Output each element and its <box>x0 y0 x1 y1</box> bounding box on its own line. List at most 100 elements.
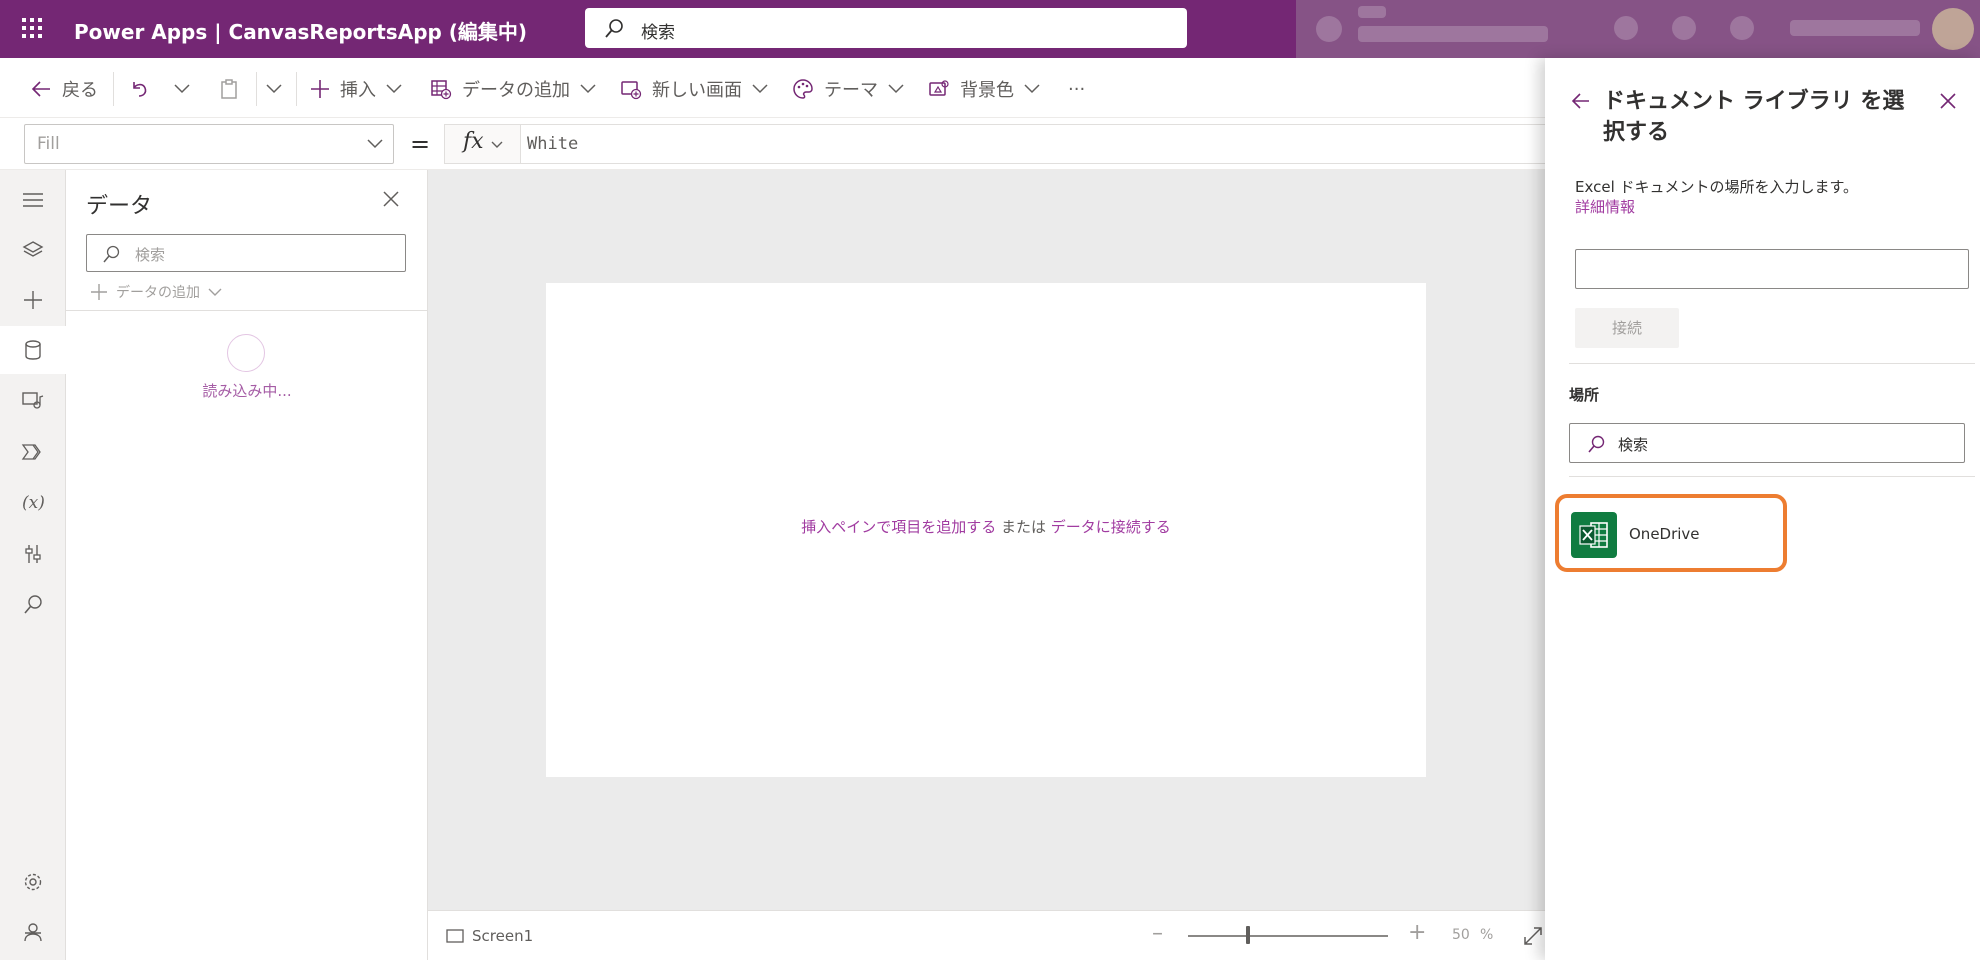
screen-selector[interactable]: Screen1 <box>446 927 533 945</box>
add-data-link[interactable]: データの追加 <box>90 282 222 302</box>
environment-label <box>1358 6 1386 18</box>
search-icon <box>603 18 625 40</box>
top-bar: Power Apps | CanvasReportsApp (編集中) 検索 <box>0 0 1980 58</box>
formula-input[interactable]: White <box>520 124 1545 164</box>
add-data-label: データの追加 <box>462 80 570 101</box>
insert-label: 挿入 <box>340 80 376 101</box>
command-bar: 戻る 挿入 データの追加 新しい画面 テーマ 背景色 ··· <box>0 58 1545 118</box>
paste-button[interactable] <box>218 76 240 102</box>
background-color-label: 背景色 <box>960 80 1014 101</box>
top-right-area <box>1296 0 1980 58</box>
arrow-left-icon <box>31 81 50 97</box>
undo-dropdown[interactable] <box>174 76 190 102</box>
chevron-down-icon <box>1024 84 1040 94</box>
close-icon[interactable] <box>1939 92 1957 110</box>
plus-icon <box>311 80 329 98</box>
waffle-icon[interactable] <box>18 14 46 42</box>
learn-more-link[interactable]: 詳細情報 <box>1575 196 1635 217</box>
data-search-input[interactable]: 検索 <box>86 234 406 272</box>
database-icon[interactable] <box>0 326 66 374</box>
help-icon[interactable] <box>1730 16 1754 40</box>
location-search-input[interactable]: 検索 <box>1569 423 1965 463</box>
loading-text: 読み込み中... <box>202 382 292 400</box>
connect-data-link[interactable]: データに接続する <box>1051 518 1171 536</box>
loading-spinner <box>227 334 265 372</box>
power-automate-icon[interactable] <box>0 428 66 476</box>
media-icon[interactable] <box>0 376 66 424</box>
data-pane: データ 検索 データの追加 読み込み中... <box>66 170 428 960</box>
screen-canvas[interactable]: 挿入ペインで項目を追加する または データに接続する <box>546 283 1426 777</box>
undo-button[interactable] <box>128 76 150 102</box>
settings-icon[interactable] <box>0 858 66 906</box>
location-url-input[interactable] <box>1575 249 1969 289</box>
data-pane-title: データ <box>86 194 153 219</box>
theme-button[interactable]: テーマ <box>792 76 904 102</box>
back-arrow-icon[interactable] <box>1571 92 1591 110</box>
screen-name: Screen1 <box>472 927 534 945</box>
zoom-slider-thumb[interactable] <box>1246 926 1250 944</box>
insert-pane-link[interactable]: 挿入ペインで項目を追加する <box>801 518 996 536</box>
user-name <box>1790 20 1920 36</box>
status-bar: Screen1 – + 50 % <box>428 910 1545 960</box>
add-data-button[interactable]: データの追加 <box>430 76 596 102</box>
search-icon <box>101 244 121 264</box>
hint-or-text: または <box>996 518 1051 536</box>
back-label: 戻る <box>62 80 98 101</box>
flyout-description: Excel ドキュメントの場所を入力します。 <box>1575 178 1859 196</box>
property-dropdown[interactable]: Fill <box>24 124 394 164</box>
bell-icon[interactable] <box>1614 16 1638 40</box>
background-color-button[interactable]: 背景色 <box>928 76 1040 102</box>
table-add-icon <box>431 80 452 100</box>
equals-sign: = <box>410 130 431 158</box>
chevron-down-icon <box>491 141 503 148</box>
divider <box>66 310 428 311</box>
chevron-down-icon <box>752 84 768 94</box>
zoom-out-button[interactable]: – <box>1152 921 1163 946</box>
gear-icon[interactable] <box>1672 16 1696 40</box>
palette-icon <box>793 79 813 99</box>
insert-button[interactable]: 挿入 <box>310 76 402 102</box>
environment-name[interactable] <box>1358 26 1548 42</box>
avatar[interactable] <box>1932 8 1974 50</box>
plus-icon[interactable] <box>0 276 66 324</box>
virtual-agent-icon[interactable] <box>0 908 66 956</box>
search-icon <box>1586 434 1606 454</box>
function-button[interactable]: fx <box>444 124 520 164</box>
hamburger-icon[interactable] <box>0 176 66 224</box>
global-search-placeholder: 検索 <box>641 23 675 43</box>
theme-label: テーマ <box>824 80 878 101</box>
close-icon[interactable] <box>382 190 400 208</box>
new-screen-button[interactable]: 新しい画面 <box>620 76 768 102</box>
paste-dropdown[interactable] <box>266 76 282 102</box>
location-item-onedrive[interactable]: OneDrive <box>1555 494 1787 572</box>
connect-button[interactable]: 接続 <box>1575 308 1679 348</box>
tools-icon[interactable] <box>0 530 66 578</box>
more-label: ··· <box>1068 78 1086 100</box>
paint-bucket-icon <box>929 80 949 96</box>
chevron-down-icon <box>208 288 222 296</box>
location-section-label: 場所 <box>1569 386 1600 404</box>
fx-label: fx <box>463 129 484 154</box>
left-rail: (x) <box>0 170 66 960</box>
location-search-value: 検索 <box>1618 436 1649 454</box>
chevron-down-icon <box>888 84 904 94</box>
more-button[interactable]: ··· <box>1068 76 1085 102</box>
svg-text:(x): (x) <box>22 493 45 513</box>
chevron-down-icon <box>580 84 596 94</box>
zoom-slider[interactable] <box>1188 935 1388 937</box>
clipboard-icon <box>221 79 237 99</box>
chevron-down-icon <box>174 84 190 94</box>
zoom-unit: % <box>1480 927 1494 943</box>
location-item-label: OneDrive <box>1629 525 1700 543</box>
empty-screen-hint: 挿入ペインで項目を追加する または データに接続する <box>546 516 1426 537</box>
chevron-down-icon <box>386 84 402 94</box>
formula-bar: Fill = fx White <box>0 118 1545 170</box>
zoom-in-button[interactable]: + <box>1408 920 1426 945</box>
layers-icon[interactable] <box>0 226 66 274</box>
variables-icon[interactable]: (x) <box>0 478 66 526</box>
back-button[interactable]: 戻る <box>30 76 98 102</box>
global-search-input[interactable]: 検索 <box>585 8 1187 48</box>
search-icon[interactable] <box>0 580 66 628</box>
home-icon[interactable] <box>1316 16 1342 42</box>
fit-to-window-icon[interactable] <box>1522 925 1544 947</box>
